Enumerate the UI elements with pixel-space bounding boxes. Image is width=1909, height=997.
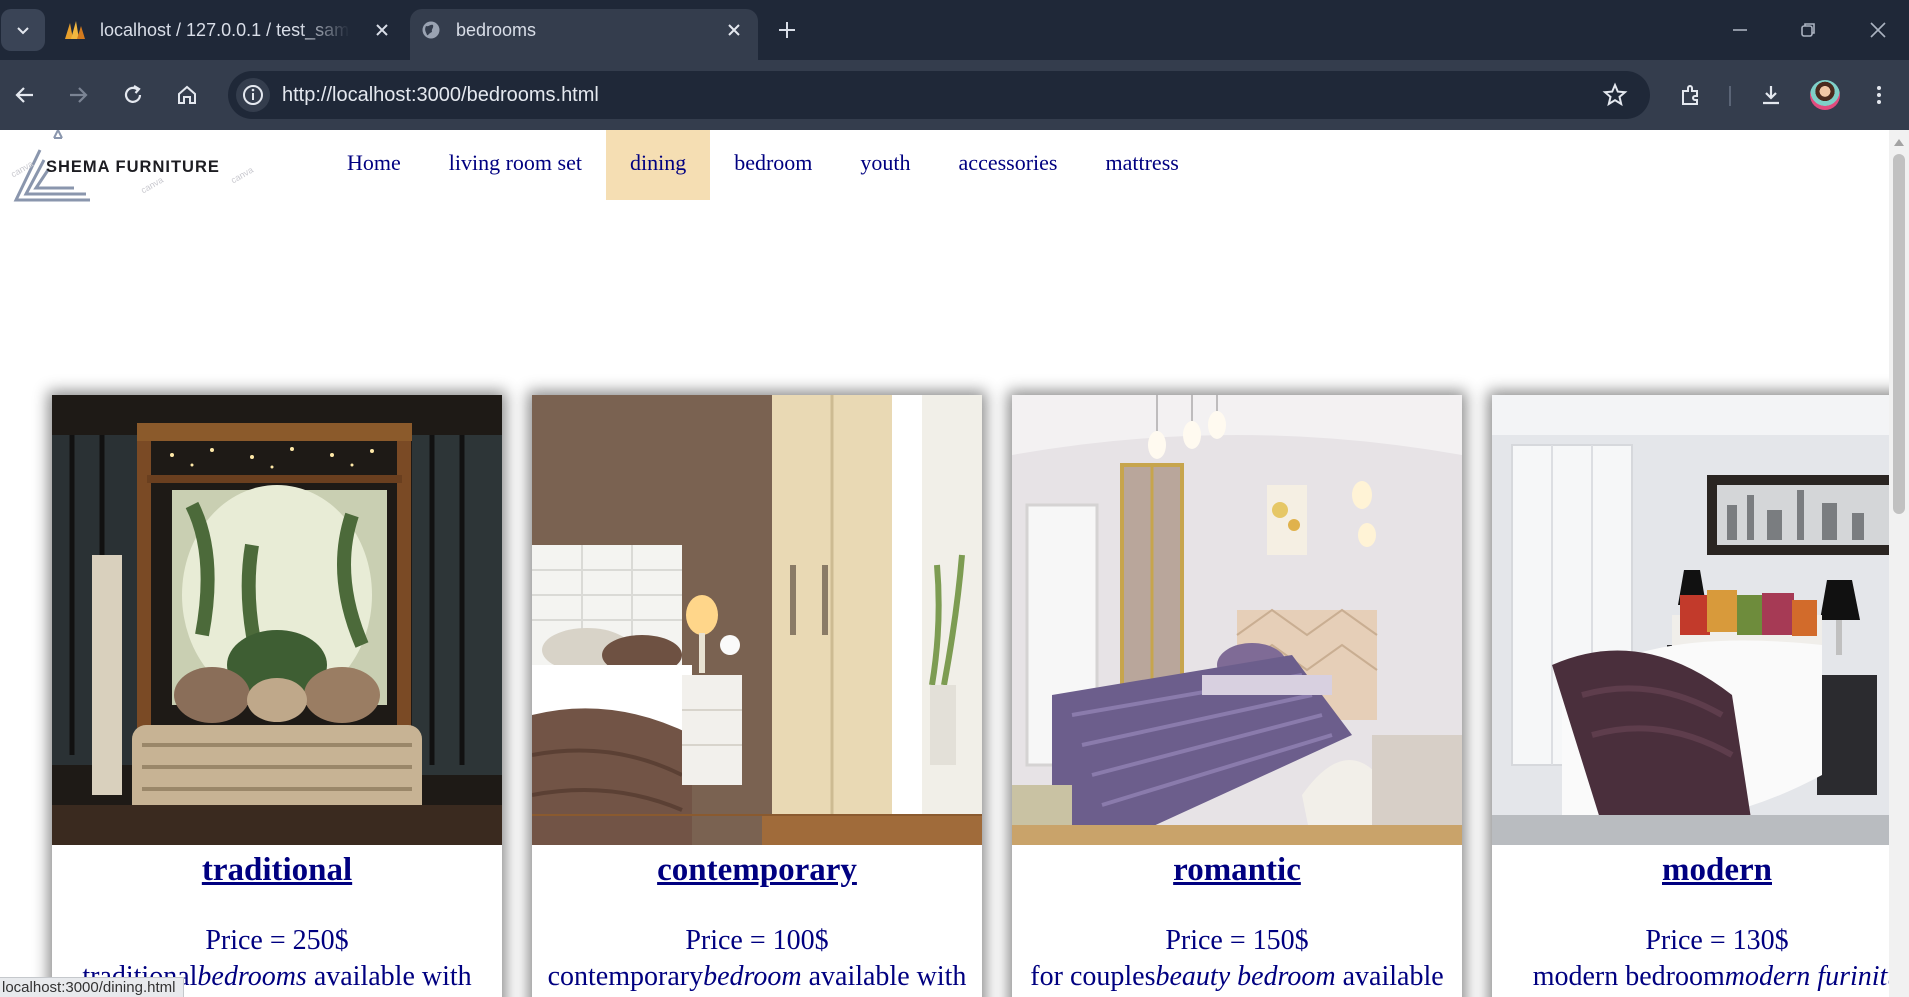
- nav-mattress[interactable]: mattress: [1082, 130, 1203, 200]
- product-title-modern[interactable]: modern: [1492, 850, 1889, 890]
- bedroom-photo: [52, 395, 502, 845]
- logo-watermark: canva: [139, 174, 165, 196]
- site-info-button[interactable]: [236, 78, 270, 112]
- back-arrow-icon[interactable]: [12, 82, 38, 108]
- product-image-modern[interactable]: [1492, 395, 1889, 845]
- tab-strip: localhost / 127.0.0.1 / test_samp bedroo…: [0, 0, 1909, 60]
- nav-home[interactable]: Home: [323, 130, 425, 200]
- site-logo[interactable]: canva canva canva SHEMA FURNITURE: [9, 130, 255, 206]
- page-scrollbar[interactable]: [1889, 130, 1909, 997]
- product-description: contemporarybedroom available with: [547, 961, 967, 992]
- phpmyadmin-icon: [65, 21, 85, 39]
- tab-search-button[interactable]: [1, 9, 45, 51]
- profile-avatar[interactable]: [1810, 80, 1840, 110]
- product-card-modern: modern Price = 130$ modern bedroommodern…: [1492, 395, 1889, 997]
- product-card-traditional: traditional Price = 250$ traditionalbedr…: [52, 395, 502, 997]
- chevron-down-icon: [17, 27, 29, 35]
- tab-title: bedrooms: [456, 20, 537, 40]
- tab-title: localhost / 127.0.0.1 / test_samp: [100, 20, 350, 40]
- toolbar-divider: [1729, 86, 1731, 106]
- new-tab-icon[interactable]: [775, 18, 799, 42]
- link-status-bubble: localhost:3000/dining.html: [0, 977, 185, 997]
- product-image-romantic[interactable]: [1012, 395, 1462, 845]
- browser-toolbar: http://localhost:3000/bedrooms.html: [0, 60, 1909, 130]
- bedroom-photo: [1012, 395, 1462, 845]
- product-card-romantic: romantic Price = 150$ for couplesbeauty …: [1012, 395, 1462, 997]
- brand-name: SHEMA FURNITURE: [46, 158, 220, 176]
- forward-arrow-icon[interactable]: [65, 82, 91, 108]
- product-description: for couplesbeauty bedroom available: [1030, 961, 1444, 992]
- nav-living-room-set[interactable]: living room set: [425, 130, 606, 200]
- main-nav: Home living room set dining bedroom yout…: [323, 130, 1203, 200]
- home-icon[interactable]: [174, 82, 200, 108]
- product-price: Price = 250$: [205, 925, 349, 956]
- info-icon: [243, 85, 263, 105]
- scroll-up-arrow-icon[interactable]: [1894, 138, 1904, 146]
- menu-kebab-icon[interactable]: [1866, 82, 1892, 108]
- product-title-traditional[interactable]: traditional: [52, 850, 502, 890]
- close-tab-icon[interactable]: [724, 20, 744, 40]
- globe-icon: [422, 21, 440, 39]
- nav-youth[interactable]: youth: [836, 130, 934, 200]
- restore-icon[interactable]: [1796, 18, 1820, 42]
- close-tab-icon[interactable]: [372, 20, 392, 40]
- logo-watermark: canva: [229, 164, 255, 186]
- bedroom-photo: [532, 395, 982, 845]
- nav-dining[interactable]: dining: [605, 130, 711, 200]
- product-price: Price = 130$: [1645, 925, 1789, 956]
- bedroom-photo: [1492, 395, 1889, 845]
- address-bar[interactable]: http://localhost:3000/bedrooms.html: [228, 71, 1650, 119]
- download-icon[interactable]: [1758, 82, 1784, 108]
- bookmark-star-icon[interactable]: [1602, 82, 1628, 108]
- extensions-icon[interactable]: [1678, 82, 1704, 108]
- product-price: Price = 100$: [685, 925, 829, 956]
- product-card-contemporary: contemporary Price = 100$ contemporarybe…: [532, 395, 982, 997]
- product-title-romantic[interactable]: romantic: [1012, 850, 1462, 890]
- scrollbar-thumb[interactable]: [1893, 154, 1905, 514]
- tab-phpmyadmin[interactable]: localhost / 127.0.0.1 / test_samp: [54, 9, 406, 51]
- product-image-contemporary[interactable]: [532, 395, 982, 845]
- product-image-traditional[interactable]: [52, 395, 502, 845]
- nav-accessories[interactable]: accessories: [935, 130, 1082, 200]
- product-title-contemporary[interactable]: contemporary: [532, 850, 982, 890]
- product-price: Price = 150$: [1165, 925, 1309, 956]
- close-window-icon[interactable]: [1866, 18, 1890, 42]
- reload-icon[interactable]: [120, 82, 146, 108]
- tab-bedrooms[interactable]: bedrooms: [410, 9, 758, 60]
- minimize-icon[interactable]: [1728, 18, 1752, 42]
- product-description: modern bedroommodern furinitu: [1532, 961, 1889, 992]
- url-text[interactable]: http://localhost:3000/bedrooms.html: [282, 84, 599, 106]
- page-content: canva canva canva SHEMA FURNITURE Home l…: [0, 130, 1889, 997]
- product-grid: traditional Price = 250$ traditionalbedr…: [52, 395, 1889, 997]
- nav-bedroom[interactable]: bedroom: [710, 130, 836, 200]
